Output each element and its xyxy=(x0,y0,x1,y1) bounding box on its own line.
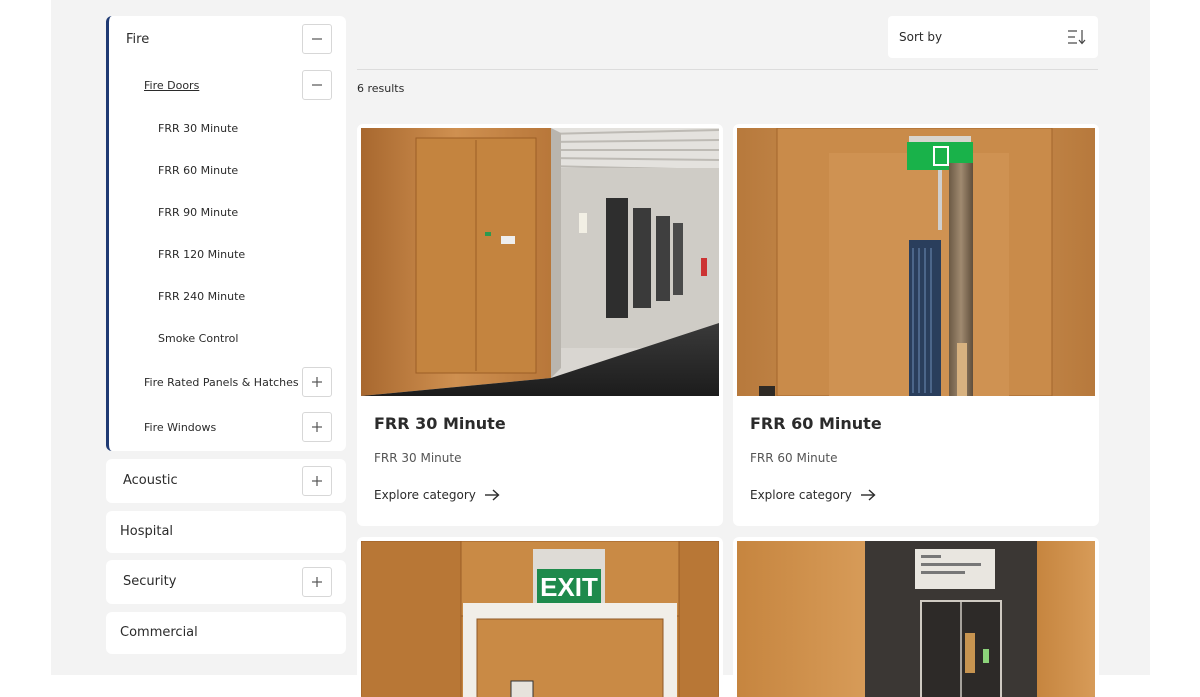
card-title: FRR 60 Minute xyxy=(750,414,882,433)
product-card-frr-30[interactable]: FRR 30 Minute FRR 30 Minute Explore cate… xyxy=(357,124,723,526)
sidebar-item-frr-30[interactable]: FRR 30 Minute xyxy=(109,112,346,144)
exit-sign: EXIT xyxy=(540,572,598,602)
sidebar-item-smoke-control[interactable]: Smoke Control xyxy=(109,322,346,354)
plus-icon xyxy=(312,577,322,587)
subcategory-label: Fire Windows xyxy=(144,420,217,434)
sidebar-item-frr-90[interactable]: FRR 90 Minute xyxy=(109,196,346,228)
expand-fire-windows-button[interactable] xyxy=(302,412,332,442)
sidebar-item-label: FRR 90 Minute xyxy=(158,205,239,219)
divider xyxy=(357,69,1098,70)
product-card-frr-60[interactable]: FRR 60 Minute FRR 60 Minute Explore cate… xyxy=(733,124,1099,526)
sidebar-item-label: FRR 240 Minute xyxy=(158,289,246,303)
card-subtitle: FRR 60 Minute xyxy=(750,451,838,465)
category-panel-fire: Fire Fire Doors FRR 30 Minute FRR 60 Min… xyxy=(106,16,346,451)
minus-icon xyxy=(312,38,322,40)
card-subtitle: FRR 30 Minute xyxy=(374,451,462,465)
explore-category-label: Explore category xyxy=(374,488,476,502)
sidebar-item-label: FRR 120 Minute xyxy=(158,247,246,261)
plus-icon xyxy=(312,422,322,432)
product-card-3[interactable]: EXIT xyxy=(357,537,723,697)
sidebar-item-frr-60[interactable]: FRR 60 Minute xyxy=(109,154,346,186)
card-title: FRR 30 Minute xyxy=(374,414,506,433)
sidebar-item-label: FRR 30 Minute xyxy=(158,121,239,135)
explore-category-link[interactable]: Explore category xyxy=(750,488,876,502)
minus-icon xyxy=(312,84,322,86)
product-image xyxy=(737,541,1095,697)
category-fire[interactable]: Fire xyxy=(109,23,346,55)
sort-icon xyxy=(1068,30,1086,45)
results-count: 6 results xyxy=(357,82,405,95)
category-acoustic-label: Acoustic xyxy=(123,473,178,488)
subcategory-fire-windows[interactable]: Fire Windows xyxy=(109,411,346,443)
category-hospital-label: Hospital xyxy=(120,524,174,539)
sort-dropdown[interactable]: Sort by xyxy=(888,16,1098,58)
subcategory-fire-doors[interactable]: Fire Doors xyxy=(109,69,346,101)
explore-category-label: Explore category xyxy=(750,488,852,502)
collapse-fire-button[interactable] xyxy=(302,24,332,54)
expand-panels-button[interactable] xyxy=(302,367,332,397)
subcategory-fire-rated-panels[interactable]: Fire Rated Panels & Hatches xyxy=(109,366,346,398)
product-image: EXIT xyxy=(361,541,719,697)
arrow-right-icon xyxy=(484,489,500,501)
subcategory-label: Fire Rated Panels & Hatches xyxy=(144,375,299,389)
category-commercial-label: Commercial xyxy=(120,625,198,640)
product-image xyxy=(361,128,719,396)
plus-icon xyxy=(312,377,322,387)
category-panel-security[interactable]: Security xyxy=(106,560,346,604)
sidebar-item-frr-120[interactable]: FRR 120 Minute xyxy=(109,238,346,270)
sidebar-item-label: Smoke Control xyxy=(158,331,239,345)
category-panel-acoustic[interactable]: Acoustic xyxy=(106,459,346,503)
expand-security-button[interactable] xyxy=(302,567,332,597)
category-panel-commercial[interactable]: Commercial xyxy=(106,612,346,654)
arrow-right-icon xyxy=(860,489,876,501)
plus-icon xyxy=(312,476,322,486)
expand-acoustic-button[interactable] xyxy=(302,466,332,496)
collapse-fire-doors-button[interactable] xyxy=(302,70,332,100)
product-card-4[interactable] xyxy=(733,537,1099,697)
sidebar-item-frr-240[interactable]: FRR 240 Minute xyxy=(109,280,346,312)
category-sidebar: Fire Fire Doors FRR 30 Minute FRR 60 Min… xyxy=(106,16,346,654)
product-image xyxy=(737,128,1095,396)
sidebar-item-label: FRR 60 Minute xyxy=(158,163,239,177)
subcategory-fire-doors-label: Fire Doors xyxy=(144,78,200,92)
sort-label: Sort by xyxy=(899,30,943,44)
category-panel-hospital[interactable]: Hospital xyxy=(106,511,346,553)
category-fire-label: Fire xyxy=(126,31,150,47)
explore-category-link[interactable]: Explore category xyxy=(374,488,500,502)
category-security-label: Security xyxy=(123,574,177,589)
